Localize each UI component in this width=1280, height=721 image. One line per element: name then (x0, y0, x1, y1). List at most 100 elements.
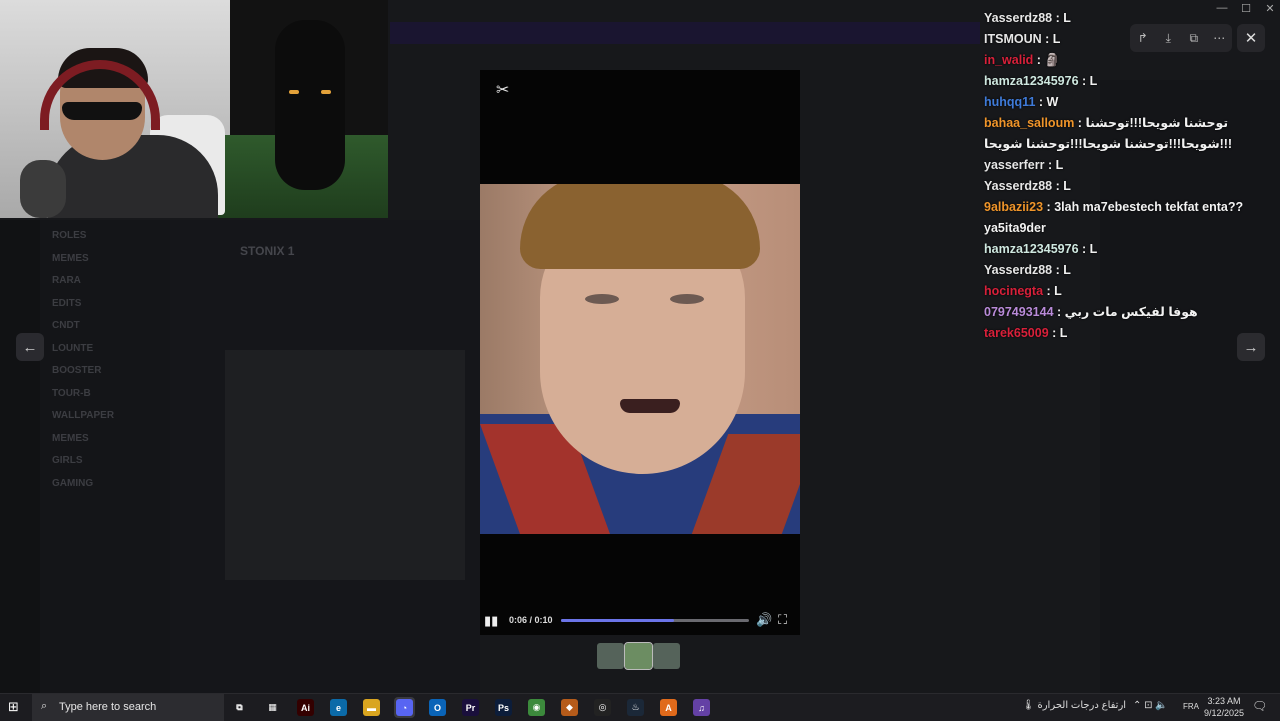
video-player[interactable]: ✂ (480, 70, 800, 635)
chat-overlay: Yasserdz88 : L ITSMOUN : Lin_walid : 🗿 ham… (984, 8, 1274, 344)
system-tray[interactable]: ⌃ ⊡ 🔈 (1133, 700, 1168, 711)
chat-separator: : (1074, 116, 1086, 130)
windows-start-icon[interactable]: ⊞ (8, 699, 24, 715)
obs-icon: ◎ (594, 699, 611, 716)
chat-text: L (1054, 284, 1062, 298)
app-a-icon: A (660, 699, 677, 716)
outlook-taskbar-icon[interactable]: O (427, 697, 448, 718)
chat-message: huhqq11 : W (984, 92, 1274, 113)
explorer-taskbar-icon[interactable]: ▬ (361, 697, 382, 718)
app-orange-taskbar-icon[interactable]: ◆ (559, 697, 580, 718)
chat-username[interactable]: hamza12345976 (984, 74, 1079, 88)
chat-text: هوفا لفيكس مات ربي (1064, 305, 1198, 319)
chat-username[interactable]: bahaa_salloum (984, 116, 1074, 130)
twitch-icon: ♫ (693, 699, 710, 716)
channel-item: BOOSTER (52, 365, 102, 376)
media-thumbnails (597, 642, 680, 670)
volume-icon[interactable]: 🔊 (756, 612, 772, 628)
chat-username[interactable]: in_walid (984, 53, 1033, 67)
chat-text: L (1089, 242, 1098, 256)
bike-light (321, 90, 331, 94)
next-arrow-icon[interactable]: → (1237, 333, 1265, 361)
chat-separator: : (1078, 74, 1090, 88)
chat-separator: : (1052, 179, 1064, 193)
video-eye (585, 294, 619, 304)
premiere-taskbar-icon[interactable]: Pr (460, 697, 481, 718)
chat-message: in_walid : 🗿 (984, 50, 1274, 71)
edge-icon: e (330, 699, 347, 716)
photoshop-icon: Ps (495, 699, 512, 716)
task-view-taskbar-icon[interactable]: ⧉ (229, 697, 250, 718)
chat-message: yasserferr : L (984, 155, 1274, 176)
notification-icon[interactable]: 🗨 (1252, 699, 1267, 713)
bike-light (289, 90, 299, 94)
video-controls: ▮▮ 0:06 / 0:10 🔊 ⛶ (480, 611, 800, 631)
fullscreen-icon[interactable]: ⛶ (778, 612, 787, 628)
chat-text: L (1089, 74, 1098, 88)
webcam-sunglasses (62, 102, 142, 120)
chat-username[interactable]: 0797493144 (984, 305, 1054, 319)
taskbar-search[interactable]: ⌕ Type here to search (32, 694, 224, 721)
photoshop-taskbar-icon[interactable]: Ps (493, 697, 514, 718)
thumbnail-active[interactable] (624, 642, 653, 670)
chat-username[interactable]: Yasserdz88 (984, 179, 1052, 193)
background-image (225, 350, 465, 580)
channel-item: CNDT (52, 320, 80, 331)
chat-text: L (1063, 11, 1071, 25)
weather-widget[interactable]: 🌡 ارتفاع درجات الحرارة (1022, 700, 1126, 711)
store-taskbar-icon[interactable]: ▦ (262, 697, 283, 718)
chat-text: L (1052, 32, 1061, 46)
steam-taskbar-icon[interactable]: ♨ (625, 697, 646, 718)
taskbar-clock[interactable]: 3:23 AM 9/12/2025 (1204, 695, 1244, 719)
edge-taskbar-icon[interactable]: e (328, 697, 349, 718)
chat-username[interactable]: 9albazii23 (984, 200, 1043, 214)
chat-separator: : (1041, 32, 1053, 46)
chat-message: 9albazii23 : 3lah ma7ebestech tekfat ent… (984, 197, 1274, 239)
chat-username[interactable]: tarek65009 (984, 326, 1049, 340)
progress-track[interactable] (561, 619, 749, 622)
previous-arrow-icon[interactable]: ← (16, 333, 44, 361)
chat-message: bahaa_salloum : توحشنا شويحا!!!توحشنا شو… (984, 113, 1274, 155)
capcut-logo-icon: ✂ (496, 82, 510, 99)
play-pause-icon[interactable]: ▮▮ (484, 613, 498, 629)
weather-text: ارتفاع درجات الحرارة (1037, 700, 1127, 711)
channel-item: MEMES (52, 252, 89, 264)
chat-text: 🗿 (1044, 53, 1061, 67)
video-mouth (620, 399, 680, 413)
steam-icon: ♨ (627, 699, 644, 716)
chat-username[interactable]: yasserferr (984, 158, 1044, 172)
chat-message: hamza12345976 : L (984, 71, 1274, 92)
chat-username[interactable]: hocinegta (984, 284, 1043, 298)
chat-separator: : (1035, 95, 1047, 109)
twitch-taskbar-icon[interactable]: ♫ (691, 697, 712, 718)
video-frame[interactable] (480, 184, 800, 534)
discord-taskbar-icon[interactable]: ◔ (394, 697, 415, 718)
obs-taskbar-icon[interactable]: ◎ (592, 697, 613, 718)
channel-item: ROLES (52, 230, 87, 241)
chat-separator: : (1052, 11, 1064, 25)
illustrator-icon: Ai (297, 699, 314, 716)
thumbnail[interactable] (653, 643, 680, 669)
chat-separator: : (1053, 305, 1065, 319)
background-banner (390, 22, 980, 44)
taskbar: ⊞ ⌕ Type here to search ⧉ ▦ Ai e ▬ ◔ O Pr Ps ◉ ◆ ◎ ♨… (0, 693, 1280, 721)
chat-username[interactable]: huhqq11 (984, 95, 1035, 109)
chat-message: tarek65009 : L (984, 323, 1274, 344)
chrome-taskbar-icon[interactable]: ◉ (526, 697, 547, 718)
chat-username[interactable]: Yasserdz88 (984, 263, 1052, 277)
app-a-taskbar-icon[interactable]: A (658, 697, 679, 718)
illustrator-taskbar-icon[interactable]: Ai (295, 697, 316, 718)
server-rail (0, 220, 40, 693)
channel-item: TOUR-B (52, 387, 91, 399)
channel-item: RARA (52, 275, 81, 286)
chat-username[interactable]: hamza12345976 (984, 242, 1079, 256)
chat-message: 0797493144 : هوفا لفيكس مات ربي (984, 302, 1274, 323)
chat-username[interactable]: Yasserdz88 (984, 11, 1052, 25)
channel-item: GAMING (52, 477, 94, 489)
chat-separator: : (1043, 200, 1055, 214)
channel-list: ROLES MEMES RARA EDITS CNDT LOUNTE BOOSTER TOUR… (40, 220, 170, 693)
language-indicator[interactable]: FRA (1183, 702, 1199, 711)
thumbnail[interactable] (597, 643, 624, 669)
chat-username[interactable]: ITSMOUN (984, 32, 1042, 46)
premiere-icon: Pr (462, 699, 479, 716)
